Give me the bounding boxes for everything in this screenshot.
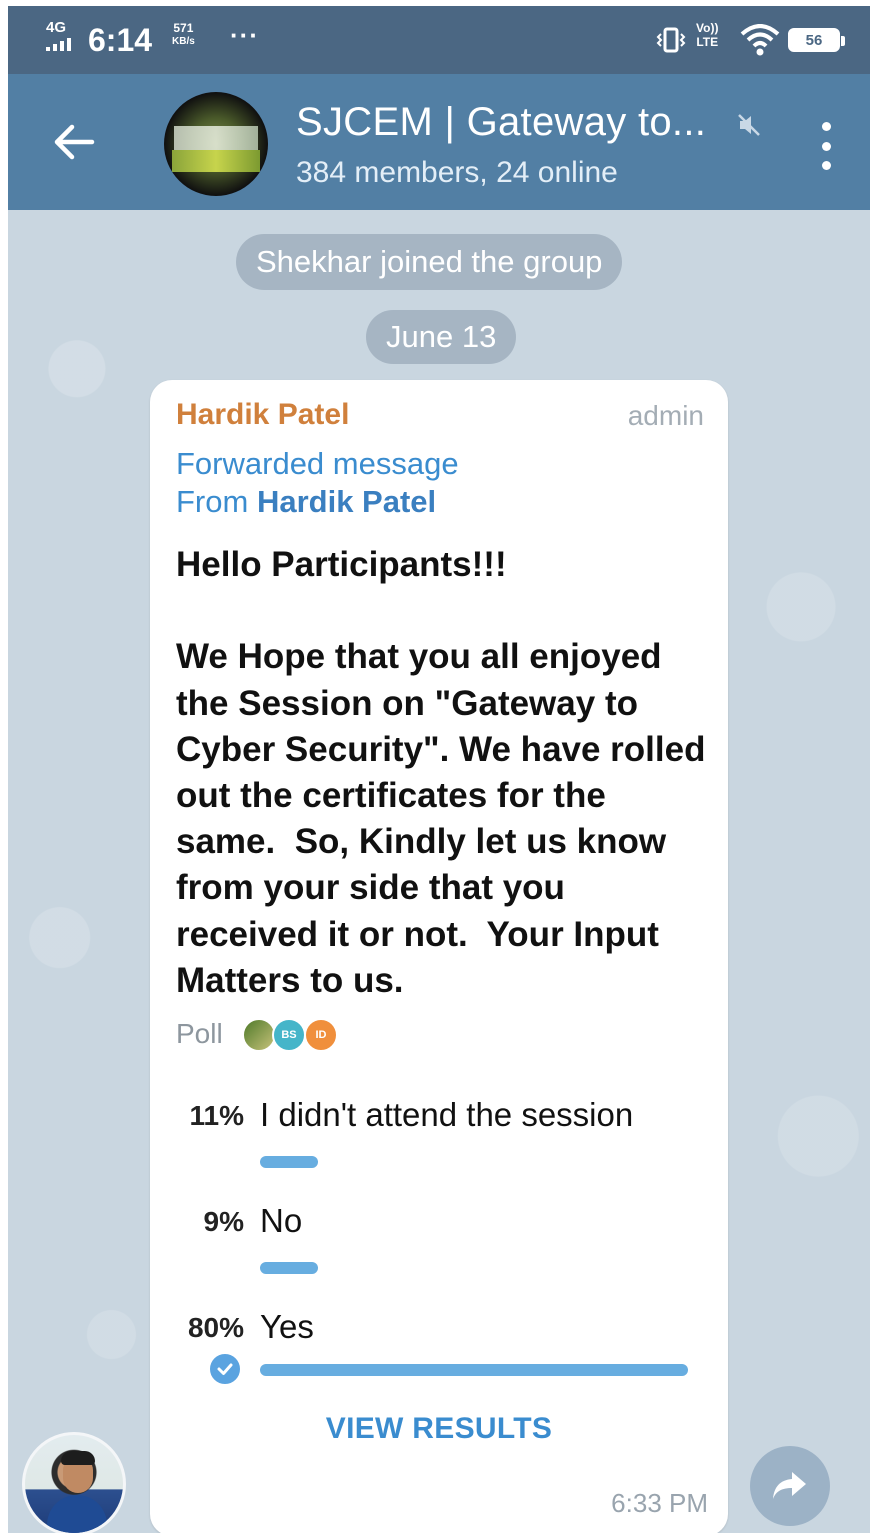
voter-avatar bbox=[242, 1018, 276, 1052]
poll-option-text: I didn't attend the session bbox=[260, 1096, 634, 1133]
service-message: Shekhar joined the group bbox=[236, 234, 623, 290]
check-circle-icon bbox=[208, 1352, 242, 1386]
chat-subtitle: 384 members, 24 online bbox=[296, 156, 618, 189]
network-type: 4G bbox=[46, 19, 67, 36]
role-tag: admin bbox=[627, 400, 704, 431]
volte-top: Vo)) bbox=[696, 21, 719, 35]
poll-option-bar bbox=[260, 1262, 318, 1274]
forward-from-name[interactable]: Hardik Patel bbox=[257, 484, 436, 519]
message-time: 6:33 PM bbox=[611, 1488, 708, 1518]
volte-bottom: LTE bbox=[696, 35, 719, 49]
chat-header: SJCEM | Gateway to... 384 members, 24 on… bbox=[8, 74, 870, 210]
poll-label: Poll bbox=[176, 1018, 223, 1049]
chat-title[interactable]: SJCEM | Gateway to... bbox=[296, 100, 706, 145]
screen: 4G 6:14 571 KB/s ··· Vo)) LTE 56 SJCEM |… bbox=[8, 6, 870, 1533]
chat-area[interactable]: Shekhar joined the group June 13 Hardik … bbox=[8, 210, 870, 1533]
network-indicator: 4G bbox=[46, 20, 71, 51]
clock: 6:14 bbox=[88, 22, 153, 58]
poll-option-bar bbox=[260, 1156, 318, 1168]
battery-icon: 56 bbox=[788, 28, 845, 52]
more-notifications-indicator: ··· bbox=[230, 20, 259, 50]
poll-option-text: No bbox=[260, 1202, 303, 1239]
status-bar: 4G 6:14 571 KB/s ··· Vo)) LTE 56 bbox=[8, 6, 870, 74]
battery-level: 56 bbox=[791, 31, 837, 49]
back-button[interactable] bbox=[48, 116, 100, 168]
voter-avatar: ID bbox=[304, 1018, 338, 1052]
forward-source[interactable]: From Hardik Patel bbox=[176, 484, 436, 520]
forward-label: Forwarded message bbox=[176, 446, 459, 481]
date-separator: June 13 bbox=[366, 310, 517, 364]
signal-icon bbox=[46, 38, 71, 51]
group-avatar[interactable] bbox=[164, 92, 268, 196]
share-button[interactable] bbox=[750, 1446, 830, 1526]
wifi-icon bbox=[740, 24, 780, 61]
message-bubble[interactable]: Hardik Patel admin Forwarded message Fro… bbox=[150, 380, 728, 1533]
view-results-button[interactable]: VIEW RESULTS bbox=[150, 1412, 728, 1446]
arrow-left-icon bbox=[54, 124, 95, 160]
voter-avatar: BS bbox=[272, 1018, 306, 1052]
poll-option-text: Yes bbox=[260, 1308, 314, 1345]
vibrate-icon bbox=[656, 26, 686, 59]
net-speed-unit: KB/s bbox=[172, 36, 195, 47]
poll-option-percent: 9% bbox=[203, 1206, 244, 1237]
sender-avatar[interactable] bbox=[22, 1432, 126, 1533]
poll-option-percent: 11% bbox=[189, 1100, 245, 1131]
forward-from-prefix: From bbox=[176, 484, 249, 519]
more-vertical-icon[interactable] bbox=[814, 122, 838, 170]
volte-indicator: Vo)) LTE bbox=[696, 21, 718, 49]
mute-icon bbox=[736, 112, 762, 143]
sender-name[interactable]: Hardik Patel bbox=[176, 398, 349, 432]
poll-option-bar bbox=[260, 1364, 688, 1376]
poll-option-percent: 80% bbox=[187, 1312, 244, 1343]
message-text: Hello Participants!!! We Hope that you a… bbox=[176, 545, 706, 1000]
share-icon bbox=[773, 1472, 806, 1499]
net-speed: 571 KB/s bbox=[172, 22, 195, 48]
net-speed-value: 571 bbox=[173, 21, 194, 35]
